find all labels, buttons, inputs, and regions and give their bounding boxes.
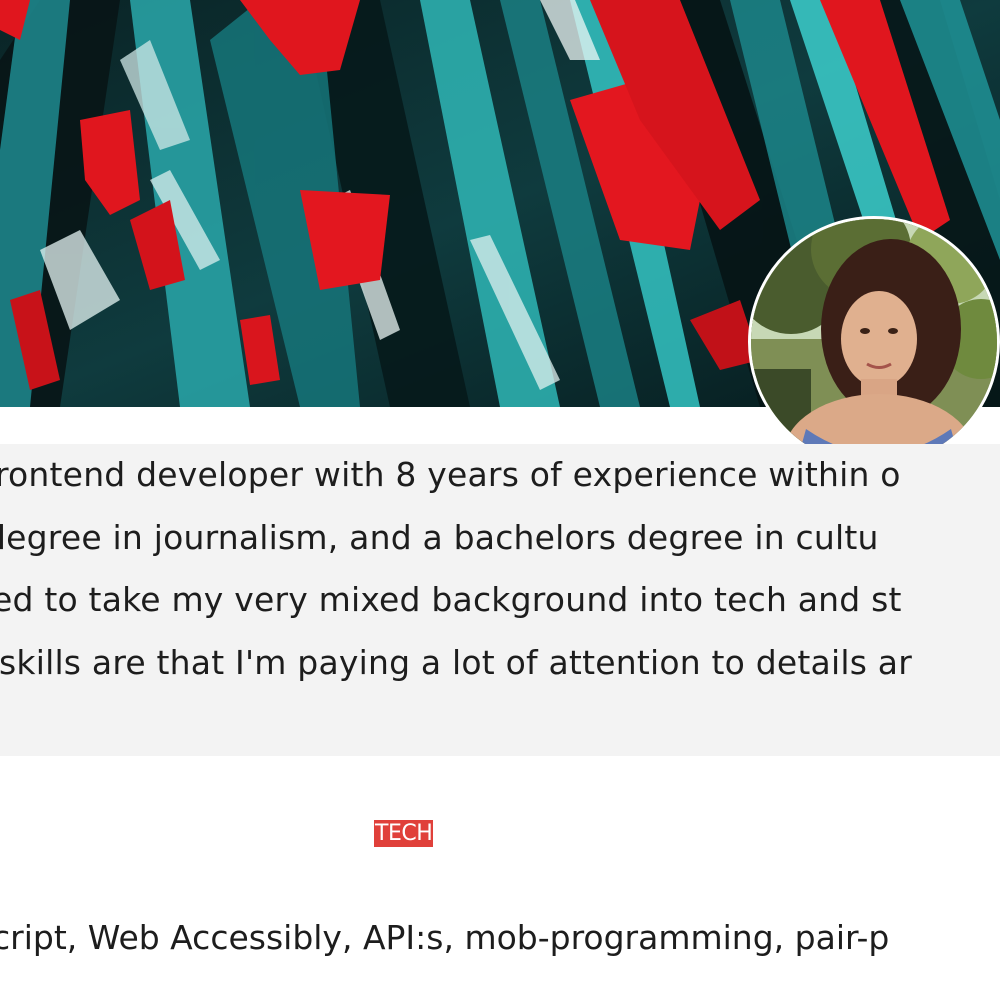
profile-avatar (748, 216, 1000, 468)
about-section: rontend developer with 8 years of experi… (0, 444, 1000, 756)
about-text-line: skills are that I'm paying a lot of atte… (0, 643, 912, 682)
tech-heading: TECH (374, 820, 434, 847)
about-text-line: degree in journalism, and a bachelors de… (0, 518, 879, 557)
tech-skills-list: cript, Web Accessibly, API:s, mob-progra… (0, 918, 890, 957)
profile-page: rontend developer with 8 years of experi… (0, 0, 1000, 1000)
about-text-line: ed to take my very mixed background into… (0, 580, 902, 619)
about-text-line: rontend developer with 8 years of experi… (0, 455, 901, 494)
